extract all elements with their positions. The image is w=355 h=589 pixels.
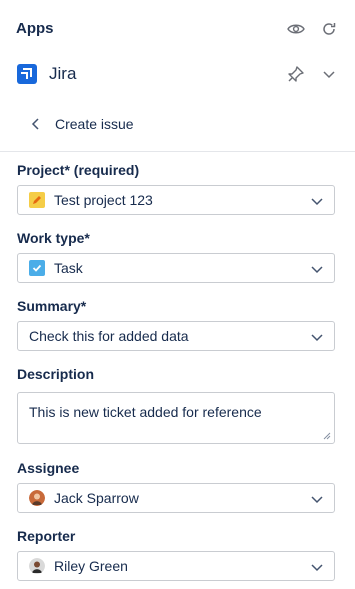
back-chevron-icon[interactable] [28,116,42,132]
panel-title: Apps [16,20,54,37]
project-select[interactable]: Test project 123 [17,185,335,215]
summary-label: Summary* [17,298,87,314]
description-value: This is new ticket added for reference [29,404,262,420]
description-textarea[interactable]: This is new ticket added for reference [17,392,335,444]
breadcrumb-label[interactable]: Create issue [55,116,134,132]
work-type-select[interactable]: Task [17,253,335,283]
jira-logo-icon [17,64,37,84]
pin-icon[interactable] [286,64,306,84]
divider [0,151,355,152]
chevron-down-icon [311,496,323,504]
chevron-down-icon [311,564,323,572]
app-name: Jira [49,64,77,83]
summary-select[interactable]: Check this for added data [17,321,335,351]
resize-handle-icon[interactable] [323,432,331,440]
assignee-label: Assignee [17,460,80,476]
chevron-down-icon [311,334,323,342]
summary-value: Check this for added data [29,328,189,344]
chevron-down-icon [311,266,323,274]
breadcrumb [0,110,355,140]
pencil-icon [29,192,45,208]
reporter-value: Riley Green [54,558,128,574]
project-value: Test project 123 [54,192,153,208]
description-label: Description [17,366,95,382]
checkbox-icon [29,260,45,276]
reporter-select[interactable]: Riley Green [17,551,335,581]
project-label: Project* (required) [17,162,140,178]
avatar [29,558,45,574]
assignee-select[interactable]: Jack Sparrow [17,483,335,513]
chevron-down-icon [311,198,323,206]
reporter-label: Reporter [17,528,76,544]
assignee-value: Jack Sparrow [54,490,139,506]
work-type-label: Work type* [17,230,90,246]
chevron-down-icon[interactable] [319,64,339,84]
eye-icon[interactable] [286,19,306,39]
avatar [29,490,45,506]
refresh-icon[interactable] [319,19,339,39]
work-type-value: Task [54,260,83,276]
